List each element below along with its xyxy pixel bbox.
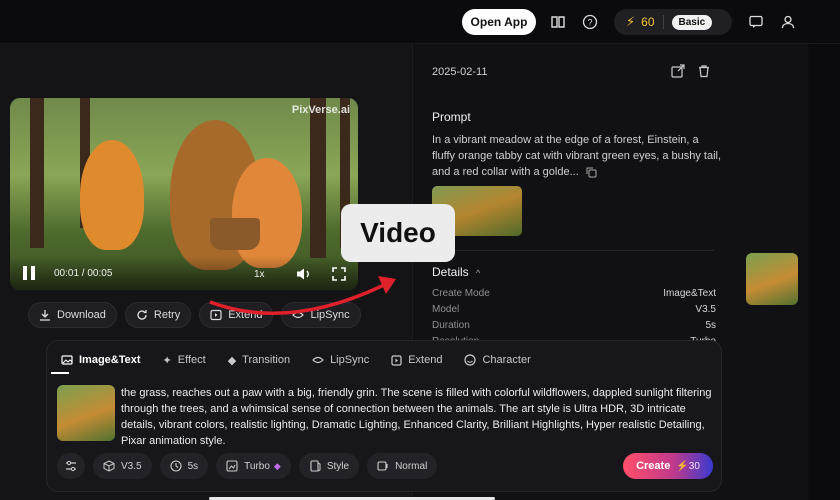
motion-select[interactable]: Normal	[367, 453, 438, 479]
tree-trunk	[310, 98, 326, 258]
tab-effect[interactable]: ✦ Effect	[163, 351, 206, 369]
tab-label: Image&Text	[79, 354, 141, 366]
smile-icon	[464, 354, 477, 366]
divider	[662, 15, 664, 29]
style-value: Style	[326, 460, 350, 472]
transition-icon: ◆	[227, 354, 237, 367]
duration-select[interactable]: 5s	[159, 453, 209, 479]
quality-select[interactable]: Turbo ◆	[216, 453, 291, 479]
model-select[interactable]: V3.5	[93, 453, 152, 479]
motion-icon	[377, 460, 389, 472]
callout-arrow-icon	[209, 276, 396, 315]
style-icon	[309, 460, 321, 472]
book-icon[interactable]	[548, 12, 568, 32]
credits-count: 60	[641, 15, 655, 29]
prompt-composer: Image&Text ✦ Effect ◆ Transition LipSync…	[46, 340, 722, 492]
timecode: 00:01 / 00:05	[54, 268, 113, 279]
credits-pill[interactable]: ⚡ 60 Basic	[614, 9, 732, 35]
detail-value: V3.5	[695, 304, 716, 315]
settings-sliders-button[interactable]	[57, 453, 85, 479]
tab-label: LipSync	[330, 354, 370, 366]
motion-value: Normal	[395, 460, 428, 472]
detail-label: Create Mode	[432, 288, 490, 299]
sliders-icon	[65, 460, 77, 472]
tab-label: Effect	[177, 354, 206, 366]
active-tab-indicator	[51, 372, 69, 374]
plan-badge: Basic	[671, 14, 713, 30]
create-cost: ⚡30	[676, 460, 700, 472]
create-cost-value: 30	[688, 460, 700, 472]
prompt-body: In a vibrant meadow at the edge of a for…	[432, 134, 722, 178]
duration-value: 5s	[187, 460, 199, 472]
lightning-icon: ⚡	[626, 14, 636, 29]
create-label: Create	[636, 460, 671, 472]
download-button[interactable]: Download	[28, 302, 117, 328]
prompt-input[interactable]: the grass, reaches out a paw with a big,…	[121, 385, 713, 449]
share-icon[interactable]	[671, 64, 687, 80]
detail-label: Model	[432, 304, 460, 315]
model-value: V3.5	[121, 460, 142, 472]
prompt-text: In a vibrant meadow at the edge of a for…	[432, 132, 722, 180]
tab-image-text[interactable]: Image&Text	[61, 351, 141, 369]
quality-icon	[226, 460, 238, 472]
pause-icon[interactable]	[22, 265, 36, 281]
lips-icon	[312, 355, 324, 365]
user-icon[interactable]	[778, 12, 798, 32]
creation-date: 2025-02-11	[432, 66, 488, 78]
image-icon	[61, 354, 73, 366]
download-icon	[39, 309, 51, 321]
tab-transition[interactable]: ◆ Transition	[228, 351, 290, 369]
right-gutter	[810, 44, 840, 500]
sparkle-icon: ✦	[162, 354, 172, 367]
detail-row-duration: Duration 5s	[432, 320, 716, 331]
details-label: Details	[432, 265, 469, 279]
history-thumbnail[interactable]	[746, 253, 798, 305]
create-button[interactable]: Create ⚡30	[623, 453, 713, 479]
help-icon[interactable]: ?	[580, 12, 600, 32]
tab-label: Extend	[408, 354, 443, 366]
tree-trunk	[30, 98, 44, 248]
premium-gem-icon: ◆	[273, 460, 281, 471]
cube-icon	[103, 460, 115, 472]
tab-extend[interactable]: Extend	[391, 351, 442, 369]
svg-text:?: ?	[587, 18, 592, 28]
detail-row-model: Model V3.5	[432, 304, 716, 315]
watermark: PixVerse.ai	[291, 104, 350, 116]
generation-options: V3.5 5s Turbo ◆ Style Normal	[57, 453, 438, 479]
retry-button[interactable]: Retry	[124, 302, 192, 328]
download-label: Download	[57, 309, 106, 321]
retry-label: Retry	[153, 309, 181, 321]
chat-icon[interactable]	[746, 12, 766, 32]
clock-icon	[170, 460, 182, 472]
style-select[interactable]: Style	[298, 453, 360, 479]
cat-character	[80, 140, 144, 250]
mode-tabs: Image&Text ✦ Effect ◆ Transition LipSync…	[61, 351, 531, 369]
divider	[432, 250, 714, 251]
video-callout-label: Video	[341, 204, 455, 262]
open-app-button[interactable]: Open App	[462, 9, 536, 35]
tab-lipsync[interactable]: LipSync	[312, 351, 369, 369]
detail-value: Image&Text	[663, 288, 716, 299]
tab-label: Character	[482, 354, 531, 366]
extend-icon	[391, 354, 402, 366]
tab-character[interactable]: Character	[464, 351, 531, 369]
detail-value: 5s	[705, 320, 716, 331]
details-heading[interactable]: Details ^	[432, 265, 480, 279]
trash-icon[interactable]	[697, 64, 713, 80]
chevron-up-icon: ^	[476, 268, 481, 278]
tab-label: Transition	[242, 354, 291, 366]
detail-label: Duration	[432, 320, 470, 331]
detail-row-create-mode: Create Mode Image&Text	[432, 288, 716, 299]
cat-character	[232, 158, 302, 268]
uploaded-image-thumbnail[interactable]	[57, 385, 115, 441]
basket	[210, 218, 260, 250]
retry-icon	[136, 309, 148, 321]
top-bar: Open App ? ⚡ 60 Basic	[0, 0, 840, 44]
quality-value: Turbo	[244, 460, 270, 472]
copy-icon[interactable]	[586, 167, 597, 178]
prompt-heading: Prompt	[432, 110, 471, 124]
